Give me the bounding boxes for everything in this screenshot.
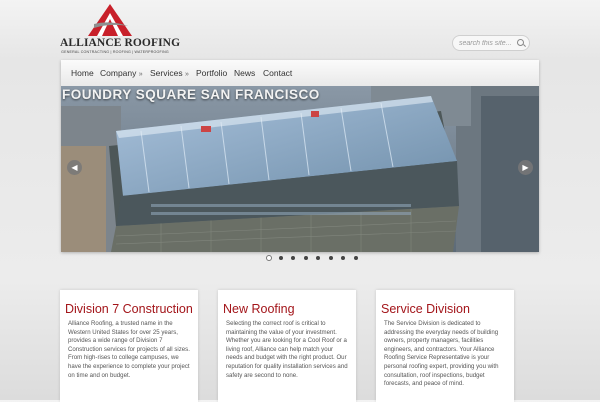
logo-name: ALLIANCE ROOFING	[60, 37, 181, 49]
search-icon[interactable]	[517, 39, 524, 46]
search-input[interactable]	[459, 37, 517, 49]
logo-mark-icon	[88, 4, 132, 36]
slider-dot[interactable]	[328, 256, 333, 260]
feature-title[interactable]: Service Division	[381, 302, 470, 316]
slider-dot[interactable]	[278, 256, 283, 260]
nav-item-label: Portfolio	[196, 68, 228, 78]
slide-image	[61, 86, 539, 252]
slider-dot[interactable]	[316, 256, 320, 260]
nav-item-label: Home	[71, 68, 94, 78]
left-arrow-icon[interactable]: ◀	[67, 160, 82, 175]
nav-item-label: Company	[100, 68, 137, 78]
feature-box-division-7: Division 7 Construction Alliance Roofing…	[60, 290, 198, 402]
slider-dot[interactable]	[353, 256, 358, 260]
slider-dot[interactable]	[341, 256, 345, 260]
feature-text: The Service Division is dedicated to add…	[384, 320, 499, 388]
nav-item-label: News	[234, 68, 256, 78]
feature-box-new-roofing: New Roofing Selecting the correct roof i…	[218, 290, 356, 402]
feature-title[interactable]: New Roofing	[223, 302, 295, 316]
site-header: ALLIANCE ROOFING GENERAL CONTRACTING | R…	[0, 0, 600, 58]
logo[interactable]: ALLIANCE ROOFING GENERAL CONTRACTING | R…	[60, 4, 181, 56]
chevron-right-icon: »	[184, 71, 189, 78]
image-slider[interactable]: FOUNDRY SQUARE SAN FRANCISCO ◀ ▶	[61, 86, 539, 252]
main-frame: Home Company » Services » Portfolio News…	[61, 60, 539, 252]
slider-dot[interactable]	[266, 255, 272, 261]
chevron-right-icon: »	[138, 71, 143, 78]
slider-dot[interactable]	[291, 256, 295, 260]
nav-item-portfolio[interactable]: Portfolio	[196, 68, 227, 78]
feature-text: Alliance Roofing, a trusted name in the …	[68, 320, 190, 379]
slider-dot[interactable]	[303, 256, 308, 260]
search-box	[452, 35, 530, 51]
nav-item-company[interactable]: Company »	[100, 68, 143, 78]
feature-title[interactable]: Division 7 Construction	[65, 302, 193, 316]
slide-title: FOUNDRY SQUARE SAN FRANCISCO	[62, 87, 320, 102]
feature-text: Selecting the correct roof is critical t…	[226, 320, 348, 379]
right-arrow-icon[interactable]: ▶	[518, 160, 533, 175]
nav-item-label: Contact	[263, 68, 293, 78]
main-nav: Home Company » Services » Portfolio News…	[61, 60, 539, 87]
nav-item-news[interactable]: News	[234, 68, 255, 78]
nav-item-label: Services	[150, 68, 183, 78]
nav-item-contact[interactable]: Contact	[263, 68, 292, 78]
nav-item-home[interactable]: Home	[71, 68, 94, 78]
logo-tagline: GENERAL CONTRACTING | ROOFING | WATERPRO…	[61, 50, 169, 54]
feature-box-service-division: Service Division The Service Division is…	[376, 290, 514, 402]
nav-item-services[interactable]: Services »	[150, 68, 189, 78]
